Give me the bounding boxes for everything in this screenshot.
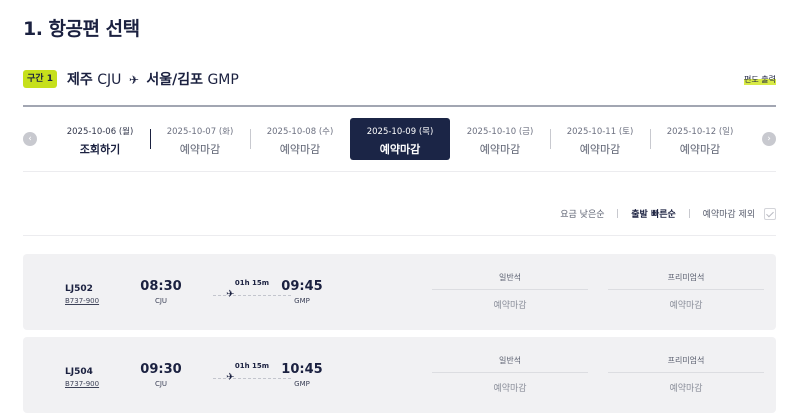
fare-status: 예약마감 <box>493 384 527 394</box>
flight-card[interactable]: LJ504 B737-900 09:30 CJU 01h 15m ✈ 10:45… <box>23 337 776 413</box>
arrival-code: GMP <box>294 297 310 305</box>
chevron-left-icon[interactable]: ‹ <box>23 132 37 146</box>
route-line <box>213 295 291 296</box>
exclude-closed-checkbox[interactable] <box>764 207 776 220</box>
sort-price-low[interactable]: 요금 낮은순 <box>560 207 604 220</box>
arrival-time: 10:45 <box>281 362 323 377</box>
plane-icon: ✈ <box>128 73 139 87</box>
sort-divider <box>688 209 690 218</box>
sort-divider <box>617 209 619 218</box>
fare-class-label: 프리미엄석 <box>608 264 764 290</box>
date-status: 예약마감 <box>579 143 621 156</box>
route-line <box>213 378 291 379</box>
date-item-selected[interactable]: 2025-10-09 (목) 예약마감 <box>350 118 450 160</box>
fare-premium[interactable]: 프리미엄석 예약마감 <box>608 264 764 320</box>
date-label: 2025-10-08 (수) <box>266 127 334 137</box>
sort-departure-early[interactable]: 출발 빠른순 <box>631 207 676 220</box>
flight-number: LJ504 <box>65 367 93 377</box>
date-item[interactable]: 2025-10-08 (수) 예약마감 <box>250 118 350 160</box>
flight-card[interactable]: LJ502 B737-900 08:30 CJU 01h 15m ✈ 09:45… <box>23 254 776 330</box>
sort-bar: 요금 낮은순 출발 빠른순 예약마감 제외 <box>560 207 776 221</box>
date-status: 예약마감 <box>179 143 221 156</box>
fare-economy[interactable]: 일반석 예약마감 <box>432 347 588 403</box>
dest-city: 서울/김포 <box>146 72 203 88</box>
plane-icon: ✈ <box>226 372 235 383</box>
fare-status: 예약마감 <box>493 301 527 311</box>
aircraft-link[interactable]: B737-900 <box>65 380 99 388</box>
fare-status: 예약마감 <box>669 384 703 394</box>
fare-class-label: 일반석 <box>432 347 588 373</box>
header-divider <box>23 105 776 107</box>
origin-city: 제주 <box>67 72 93 88</box>
date-label: 2025-10-10 (금) <box>466 127 534 137</box>
plane-icon: ✈ <box>226 289 235 300</box>
date-label: 2025-10-12 (일) <box>666 127 734 137</box>
fare-status: 예약마감 <box>669 301 703 311</box>
fare-economy[interactable]: 일반석 예약마감 <box>432 264 588 320</box>
date-item[interactable]: 2025-10-10 (금) 예약마감 <box>450 118 550 160</box>
date-item[interactable]: 2025-10-12 (일) 예약마감 <box>650 118 750 160</box>
date-status: 조회하기 <box>79 143 121 156</box>
arrival-code: GMP <box>294 380 310 388</box>
section-divider <box>23 235 776 236</box>
fare-premium[interactable]: 프리미엄석 예약마감 <box>608 347 764 403</box>
aircraft-link[interactable]: B737-900 <box>65 297 99 305</box>
departure-code: CJU <box>154 297 168 305</box>
date-status: 예약마감 <box>279 143 321 156</box>
section-divider <box>23 171 776 172</box>
date-item[interactable]: 2025-10-07 (화) 예약마감 <box>150 118 250 160</box>
fare-class-label: 일반석 <box>432 264 588 290</box>
oneway-print-link[interactable]: 편도 출력 <box>744 74 776 85</box>
segment-header: 구간 1 제주 CJU ✈ 서울/김포 GMP 편도 출력 <box>23 68 776 90</box>
route: 제주 CJU ✈ 서울/김포 GMP <box>67 69 239 89</box>
date-item[interactable]: 2025-10-06 (월) 조회하기 <box>50 118 150 160</box>
date-item[interactable]: 2025-10-11 (토) 예약마감 <box>550 118 650 160</box>
date-status: 예약마감 <box>479 143 521 156</box>
chevron-right-icon[interactable]: › <box>762 132 776 146</box>
segment-badge: 구간 1 <box>23 70 57 88</box>
flight-number: LJ502 <box>65 284 93 294</box>
exclude-closed-label: 예약마감 제외 <box>702 210 756 220</box>
date-carousel: ‹ 2025-10-06 (월) 조회하기 2025-10-07 (화) 예약마… <box>23 118 776 160</box>
page-title: 1. 항공편 선택 <box>23 18 140 40</box>
date-label: 2025-10-09 (목) <box>366 127 434 137</box>
date-label: 2025-10-06 (월) <box>66 127 134 137</box>
date-label: 2025-10-11 (토) <box>566 127 634 137</box>
departure-code: CJU <box>154 380 168 388</box>
date-status: 예약마감 <box>379 143 421 156</box>
dest-code: GMP <box>207 72 239 88</box>
departure-time: 09:30 <box>140 362 182 377</box>
fare-class-label: 프리미엄석 <box>608 347 764 373</box>
date-label: 2025-10-07 (화) <box>166 127 234 137</box>
date-status: 예약마감 <box>679 143 721 156</box>
origin-code: CJU <box>97 72 122 88</box>
departure-time: 08:30 <box>140 279 182 294</box>
arrival-time: 09:45 <box>281 279 323 294</box>
